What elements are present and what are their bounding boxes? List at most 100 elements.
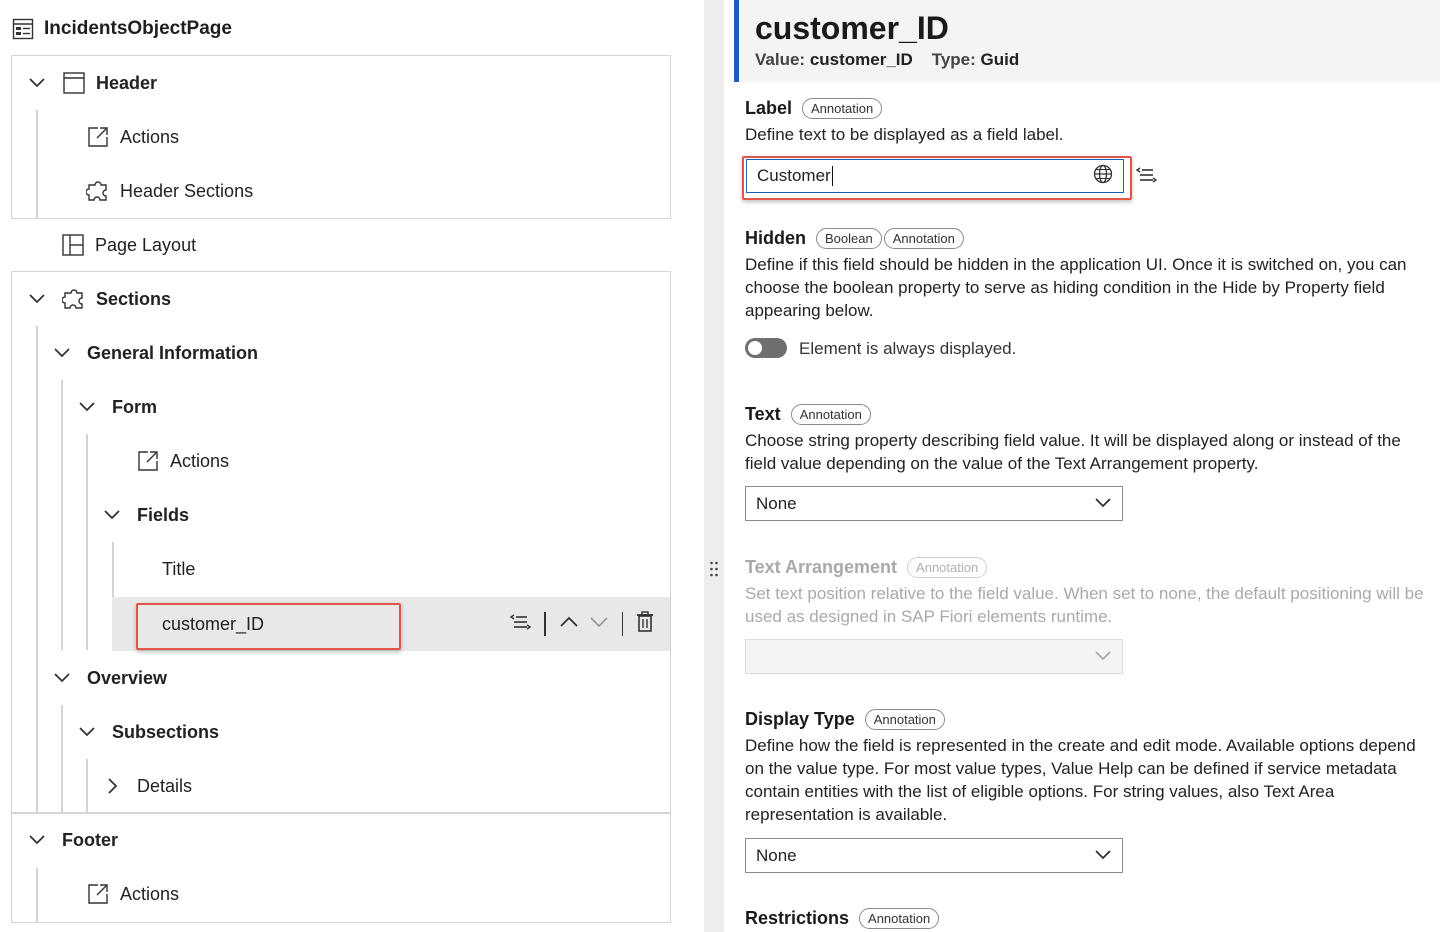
tree-guide-line bbox=[36, 326, 38, 812]
display-type-select[interactable]: None bbox=[745, 838, 1123, 873]
text-arrangement-icon[interactable] bbox=[1134, 164, 1158, 191]
tree-item-header-actions[interactable]: Actions bbox=[86, 110, 179, 164]
chevron-down-icon bbox=[1094, 647, 1112, 667]
chevron-right-icon[interactable] bbox=[97, 777, 127, 795]
label-description: Define text to be displayed as a field l… bbox=[745, 125, 1064, 144]
tree-item-footer-actions[interactable]: Actions bbox=[86, 867, 179, 921]
tree-item-label: Header bbox=[96, 72, 158, 93]
text-arrangement-description: Set text position relative to the field … bbox=[745, 584, 1424, 626]
tree-guide-line bbox=[61, 380, 63, 650]
display-type-description: Define how the field is represented in t… bbox=[745, 736, 1416, 824]
property-name: Restrictions bbox=[745, 908, 850, 928]
select-value: None bbox=[756, 493, 797, 513]
chevron-down-icon[interactable] bbox=[22, 834, 52, 846]
display-type-property-title: Display Type Annotation bbox=[745, 709, 945, 730]
move-up-icon[interactable] bbox=[558, 615, 580, 634]
tree-item-header[interactable]: Header bbox=[22, 56, 157, 110]
chevron-down-icon bbox=[1094, 494, 1112, 514]
tree-item-label: Sections bbox=[96, 288, 172, 309]
property-name: Text Arrangement bbox=[745, 557, 898, 577]
chevron-down-icon bbox=[1094, 846, 1112, 866]
tree-guide-line bbox=[36, 110, 38, 218]
page-icon bbox=[12, 18, 34, 40]
tree-guide-line bbox=[86, 759, 88, 812]
text-property-title: Text Annotation bbox=[745, 404, 871, 425]
hidden-toggle[interactable] bbox=[745, 338, 787, 358]
value-key: Value: bbox=[755, 50, 806, 69]
tree-item-details[interactable]: Details bbox=[97, 759, 192, 813]
text-arrangement-icon[interactable] bbox=[508, 611, 532, 638]
text-arrangement-select bbox=[745, 639, 1123, 674]
toolbar-divider bbox=[544, 612, 546, 636]
panel-splitter[interactable] bbox=[704, 0, 724, 932]
type-key: Type: bbox=[931, 50, 976, 69]
external-link-icon bbox=[86, 882, 110, 906]
trash-icon[interactable] bbox=[635, 610, 655, 638]
tree-item-label: Actions bbox=[120, 883, 180, 904]
tree-item-label: Subsections bbox=[112, 721, 220, 742]
annotation-chip: Annotation bbox=[864, 709, 945, 730]
tree-item-fields[interactable]: Fields bbox=[97, 488, 189, 542]
property-name: Label bbox=[745, 98, 793, 118]
highlight-box-tree bbox=[136, 603, 401, 650]
property-name: Hidden bbox=[745, 228, 806, 248]
property-meta: Value: customer_ID Type: Guid bbox=[755, 50, 1019, 70]
tree-item-footer[interactable]: Footer bbox=[22, 813, 118, 867]
external-link-icon bbox=[136, 449, 160, 473]
layout-icon bbox=[61, 233, 85, 257]
hidden-description: Define if this field should be hidden in… bbox=[745, 255, 1407, 320]
tree-item-header-sections[interactable]: Header Sections bbox=[86, 164, 253, 218]
tree-item-form[interactable]: Form bbox=[72, 380, 157, 434]
select-value: None bbox=[756, 845, 797, 865]
chevron-down-icon[interactable] bbox=[47, 347, 77, 359]
tree-item-label: Header Sections bbox=[120, 180, 254, 201]
puzzle-icon bbox=[86, 179, 110, 203]
tree-item-label: Page Layout bbox=[95, 234, 197, 255]
outline-panel: IncidentsObjectPage Header Actions Heade… bbox=[0, 0, 704, 932]
tree-item-overview[interactable]: Overview bbox=[47, 651, 167, 705]
drag-handle-icon[interactable] bbox=[709, 561, 719, 577]
tree-item-field-title[interactable]: Title bbox=[162, 542, 195, 596]
text-description: Choose string property describing field … bbox=[745, 431, 1401, 473]
tree-item-label: Fields bbox=[137, 504, 190, 525]
tree-item-label: Details bbox=[137, 775, 193, 796]
annotation-chip: Annotation bbox=[802, 98, 883, 119]
tree-guide-line bbox=[61, 705, 63, 812]
tree-item-label: Actions bbox=[170, 450, 230, 471]
tree-item-label: Form bbox=[112, 396, 157, 417]
app-window: IncidentsObjectPage Header Actions Heade… bbox=[0, 0, 1440, 932]
tree-root-label: IncidentsObjectPage bbox=[44, 18, 232, 39]
header-icon bbox=[62, 71, 86, 95]
property-name: Display Type bbox=[745, 709, 855, 729]
annotation-chip: Annotation bbox=[790, 404, 871, 425]
tree-item-subsections[interactable]: Subsections bbox=[72, 705, 219, 759]
chevron-down-icon[interactable] bbox=[22, 77, 52, 89]
chevron-down-icon[interactable] bbox=[47, 672, 77, 684]
tree-root[interactable]: IncidentsObjectPage bbox=[12, 14, 232, 44]
tree-item-general-information[interactable]: General Information bbox=[47, 326, 258, 380]
puzzle-icon bbox=[62, 287, 86, 311]
page-title: customer_ID bbox=[755, 10, 949, 46]
properties-panel: customer_ID Value: customer_ID Type: Gui… bbox=[724, 0, 1440, 932]
tree-item-label: Actions bbox=[120, 126, 180, 147]
row-toolbar bbox=[508, 610, 655, 638]
text-select[interactable]: None bbox=[745, 486, 1123, 521]
value-text: customer_ID bbox=[809, 50, 913, 69]
annotation-chip: Annotation bbox=[907, 557, 988, 578]
hidden-toggle-label: Element is always displayed. bbox=[799, 339, 1017, 358]
restrictions-property-title: Restrictions Annotation bbox=[745, 908, 940, 929]
tree-item-label: Footer bbox=[62, 829, 118, 850]
external-link-icon bbox=[86, 125, 110, 149]
chevron-down-icon[interactable] bbox=[72, 726, 102, 738]
chevron-down-icon[interactable] bbox=[97, 509, 127, 521]
boolean-chip: Boolean bbox=[816, 228, 882, 249]
tree-item-sections[interactable]: Sections bbox=[22, 272, 171, 326]
chevron-down-icon[interactable] bbox=[72, 401, 102, 413]
move-down-icon[interactable] bbox=[588, 615, 610, 634]
highlight-box-label bbox=[742, 156, 1132, 200]
tree-item-form-actions[interactable]: Actions bbox=[136, 434, 229, 488]
text-arrangement-property-title: Text Arrangement Annotation bbox=[745, 557, 988, 578]
label-property-title: Label Annotation bbox=[745, 98, 883, 119]
chevron-down-icon[interactable] bbox=[22, 293, 52, 305]
tree-item-page-layout[interactable]: Page Layout bbox=[61, 218, 196, 272]
